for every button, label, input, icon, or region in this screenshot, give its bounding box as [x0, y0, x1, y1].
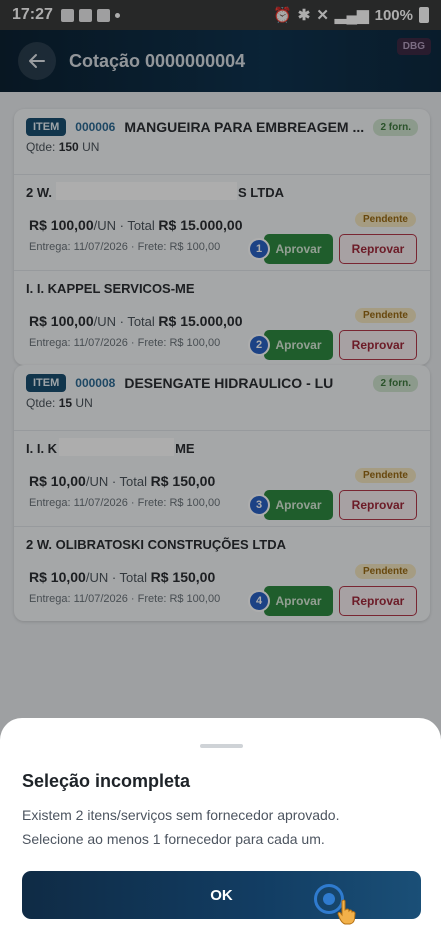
sheet-drag-handle[interactable]	[200, 744, 243, 748]
sheet-message: Existem 2 itens/serviços sem fornecedor …	[22, 803, 422, 851]
bottom-sheet: Seleção incompleta Existem 2 itens/servi…	[0, 718, 441, 940]
ok-button[interactable]: OK	[22, 871, 421, 919]
pointing-hand-icon	[337, 899, 356, 925]
sheet-message-line: Selecione ao menos 1 fornecedor para cad…	[22, 831, 325, 847]
sheet-title: Seleção incompleta	[22, 771, 191, 791]
sheet-message-line: Existem 2 itens/serviços sem fornecedor …	[22, 807, 340, 823]
